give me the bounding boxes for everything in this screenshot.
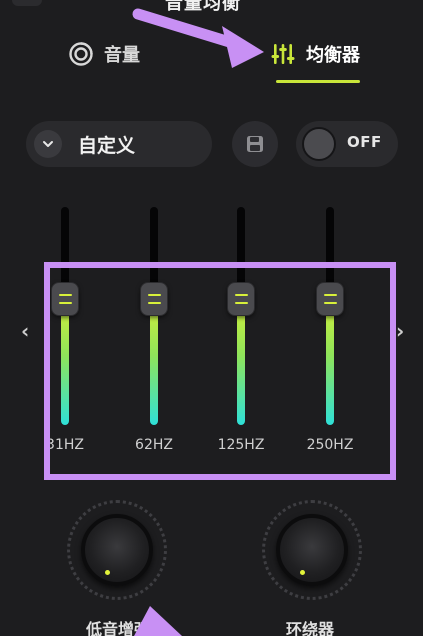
bass-boost-knob[interactable] [67,500,167,600]
tab-volume-label: 音量 [104,45,140,66]
chevron-right-icon[interactable]: › [396,319,404,343]
page-title: 音量均衡 [165,0,241,14]
preset-dropdown[interactable]: 自定义 [26,121,212,167]
tab-equalizer-label: 均衡器 [306,45,360,66]
bass-boost-label: 低音增强 [86,620,151,636]
equalizer-screen: 音量均衡 音量 均衡器 自定义 OFF ‹ › 31HZ 62HZ 125HZ … [0,0,423,636]
annotation-highlight-box [44,262,396,480]
knob-dial [81,514,153,586]
tab-volume[interactable]: 音量 [68,36,140,72]
knob-indicator-dot [105,570,110,575]
tab-equalizer[interactable]: 均衡器 [270,36,360,72]
toggle-knob [302,127,336,161]
volume-ring-icon [69,42,93,66]
chevron-down-icon [34,130,62,158]
surround-label: 环绕器 [286,620,335,636]
knob-indicator-dot [300,570,305,575]
toggle-state-label: OFF [347,133,382,151]
preset-label: 自定义 [78,134,136,157]
annotation-arrow-top [132,8,264,68]
floppy-disk-icon [247,136,263,152]
equalizer-sliders-icon [271,44,295,64]
knob-dial [276,514,348,586]
chevron-left-icon[interactable]: ‹ [21,319,29,343]
save-preset-button[interactable] [232,121,278,167]
active-tab-indicator [276,80,360,83]
surround-knob[interactable] [262,500,362,600]
back-button[interactable] [12,0,42,6]
equalizer-toggle[interactable]: OFF [296,121,398,167]
